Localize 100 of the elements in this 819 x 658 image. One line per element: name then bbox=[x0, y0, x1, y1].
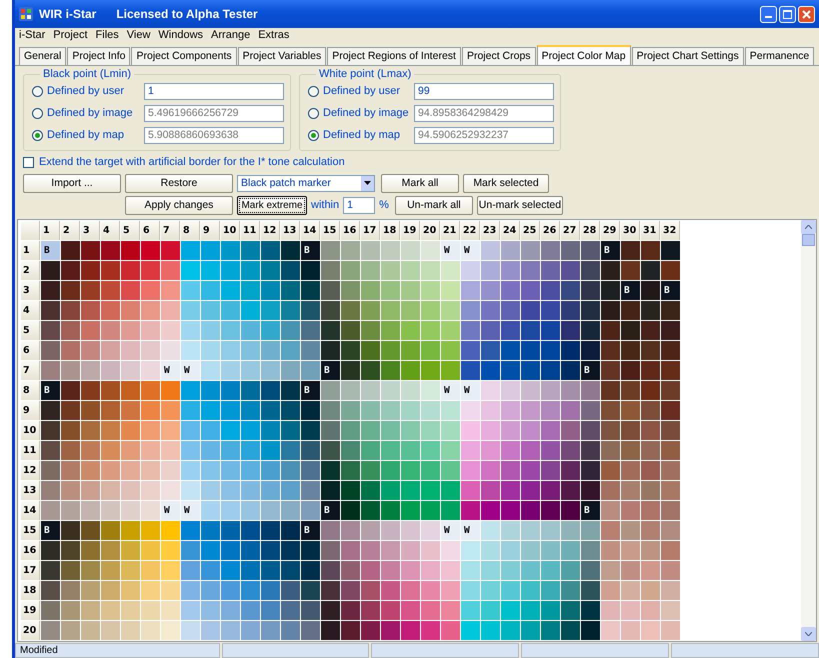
tab[interactable]: Project Components bbox=[131, 47, 237, 65]
import-button[interactable]: Import ... bbox=[23, 174, 121, 192]
color-patch[interactable]: W bbox=[181, 361, 200, 380]
window-subtitle: Licensed to Alpha Tester bbox=[116, 7, 258, 21]
color-patch[interactable]: B bbox=[321, 501, 340, 520]
color-patch[interactable]: W bbox=[161, 361, 180, 380]
column-header: 19 bbox=[401, 221, 420, 240]
row-header: 18 bbox=[21, 581, 40, 600]
menu-item[interactable]: Project bbox=[53, 29, 88, 44]
color-patch[interactable]: B bbox=[301, 381, 320, 400]
column-header: 13 bbox=[281, 221, 300, 240]
row-header: 5 bbox=[21, 321, 40, 340]
mark-extreme-button[interactable]: Mark extreme bbox=[237, 196, 307, 214]
tab[interactable]: Project Regions of Interest bbox=[327, 47, 461, 65]
radio-label: Defined by map bbox=[47, 129, 124, 141]
tab[interactable]: Permanence bbox=[744, 47, 814, 65]
menu-item[interactable]: View bbox=[126, 29, 150, 44]
column-header: 7 bbox=[161, 221, 180, 240]
column-header: 1 bbox=[41, 221, 60, 240]
column-header: 18 bbox=[381, 221, 400, 240]
column-header: 17 bbox=[361, 221, 380, 240]
color-patch[interactable]: W bbox=[161, 501, 180, 520]
color-patch[interactable]: B bbox=[301, 521, 320, 540]
color-patch[interactable]: W bbox=[461, 521, 480, 540]
color-patch[interactable]: B bbox=[581, 361, 600, 380]
mark-all-button[interactable]: Mark all bbox=[381, 174, 459, 192]
tab[interactable]: Project Color Map bbox=[536, 45, 631, 65]
menu-item[interactable]: i-Star bbox=[19, 29, 46, 44]
column-header: 28 bbox=[581, 221, 600, 240]
color-patch[interactable]: W bbox=[441, 521, 460, 540]
column-header: 8 bbox=[181, 221, 200, 240]
color-patch[interactable]: W bbox=[461, 241, 480, 260]
color-patch[interactable]: B bbox=[301, 241, 320, 260]
row-header: 10 bbox=[21, 421, 40, 440]
percent-label: % bbox=[379, 199, 389, 211]
column-header: 5 bbox=[121, 221, 140, 240]
row-header: 6 bbox=[21, 341, 40, 360]
radio-option[interactable]: Defined by user bbox=[32, 85, 124, 97]
unmark-all-button[interactable]: Un-mark all bbox=[394, 196, 473, 214]
column-header: 30 bbox=[621, 221, 640, 240]
column-header: 15 bbox=[321, 221, 340, 240]
tab[interactable]: Project Chart Settings bbox=[632, 47, 744, 65]
percent-field[interactable]: 1 bbox=[343, 196, 376, 214]
radio-option[interactable]: Defined by user bbox=[308, 85, 400, 97]
column-header: 11 bbox=[241, 221, 260, 240]
color-patch[interactable]: W bbox=[181, 501, 200, 520]
row-header: 7 bbox=[21, 361, 40, 380]
row-header: 1 bbox=[21, 241, 40, 260]
row-header: 14 bbox=[21, 501, 40, 520]
column-header: 2 bbox=[61, 221, 80, 240]
color-patch[interactable]: B bbox=[621, 281, 640, 300]
color-patch[interactable]: W bbox=[441, 381, 460, 400]
marker-dropdown[interactable]: Black patch marker bbox=[237, 174, 375, 192]
row-header: 4 bbox=[21, 301, 40, 320]
column-header: 31 bbox=[641, 221, 660, 240]
group-title: Black point (Lmin) bbox=[42, 68, 132, 80]
color-patch[interactable]: W bbox=[441, 241, 460, 260]
column-header: 24 bbox=[501, 221, 520, 240]
color-patch[interactable]: B bbox=[581, 501, 600, 520]
color-patch[interactable]: B bbox=[661, 281, 680, 300]
column-header: 9 bbox=[201, 221, 220, 240]
color-patch[interactable]: B bbox=[321, 361, 340, 380]
menu-item[interactable]: Extras bbox=[258, 29, 290, 44]
tab[interactable]: General bbox=[19, 47, 66, 65]
column-header: 21 bbox=[441, 221, 460, 240]
column-header: 26 bbox=[541, 221, 560, 240]
row-header: 2 bbox=[21, 261, 40, 280]
checkbox-label: Extend the target with artificial border for the I* tone calculation bbox=[39, 156, 345, 168]
column-header: 29 bbox=[601, 221, 620, 240]
menu-item[interactable]: Files bbox=[96, 29, 119, 44]
menu-item[interactable]: Windows bbox=[158, 29, 204, 44]
row-header: 17 bbox=[21, 561, 40, 580]
mark-selected-button[interactable]: Mark selected bbox=[463, 174, 549, 192]
tab[interactable]: Project Variables bbox=[238, 47, 326, 65]
menu-item[interactable]: Arrange bbox=[211, 29, 250, 44]
column-header: 22 bbox=[461, 221, 480, 240]
group-title: White point (Lmax) bbox=[318, 68, 412, 80]
window-title: WIR i-Star bbox=[39, 7, 96, 21]
column-header: 14 bbox=[301, 221, 320, 240]
color-patch[interactable]: B bbox=[601, 241, 620, 260]
value-field[interactable]: 1 bbox=[144, 82, 284, 100]
apply-changes-button[interactable]: Apply changes bbox=[125, 196, 233, 214]
unmark-selected-button[interactable]: Un-mark selected bbox=[476, 196, 563, 214]
color-patch[interactable]: W bbox=[461, 381, 480, 400]
column-header: 4 bbox=[101, 221, 120, 240]
radio-label: Defined by map bbox=[323, 129, 400, 141]
tab[interactable]: Project Crops bbox=[462, 47, 536, 65]
row-header: 3 bbox=[21, 281, 40, 300]
color-patch[interactable]: B bbox=[41, 241, 60, 260]
value-field[interactable]: 99 bbox=[414, 82, 554, 100]
row-header: 9 bbox=[21, 401, 40, 420]
column-header: 20 bbox=[421, 221, 440, 240]
restore-button[interactable]: Restore bbox=[125, 174, 233, 192]
column-header: 23 bbox=[481, 221, 500, 240]
color-patch[interactable]: B bbox=[41, 381, 60, 400]
color-patch[interactable]: B bbox=[41, 521, 60, 540]
radio-label: Defined by user bbox=[47, 85, 124, 97]
column-header: 3 bbox=[81, 221, 100, 240]
row-header: 20 bbox=[21, 621, 40, 640]
tab[interactable]: Project Info bbox=[67, 47, 130, 65]
